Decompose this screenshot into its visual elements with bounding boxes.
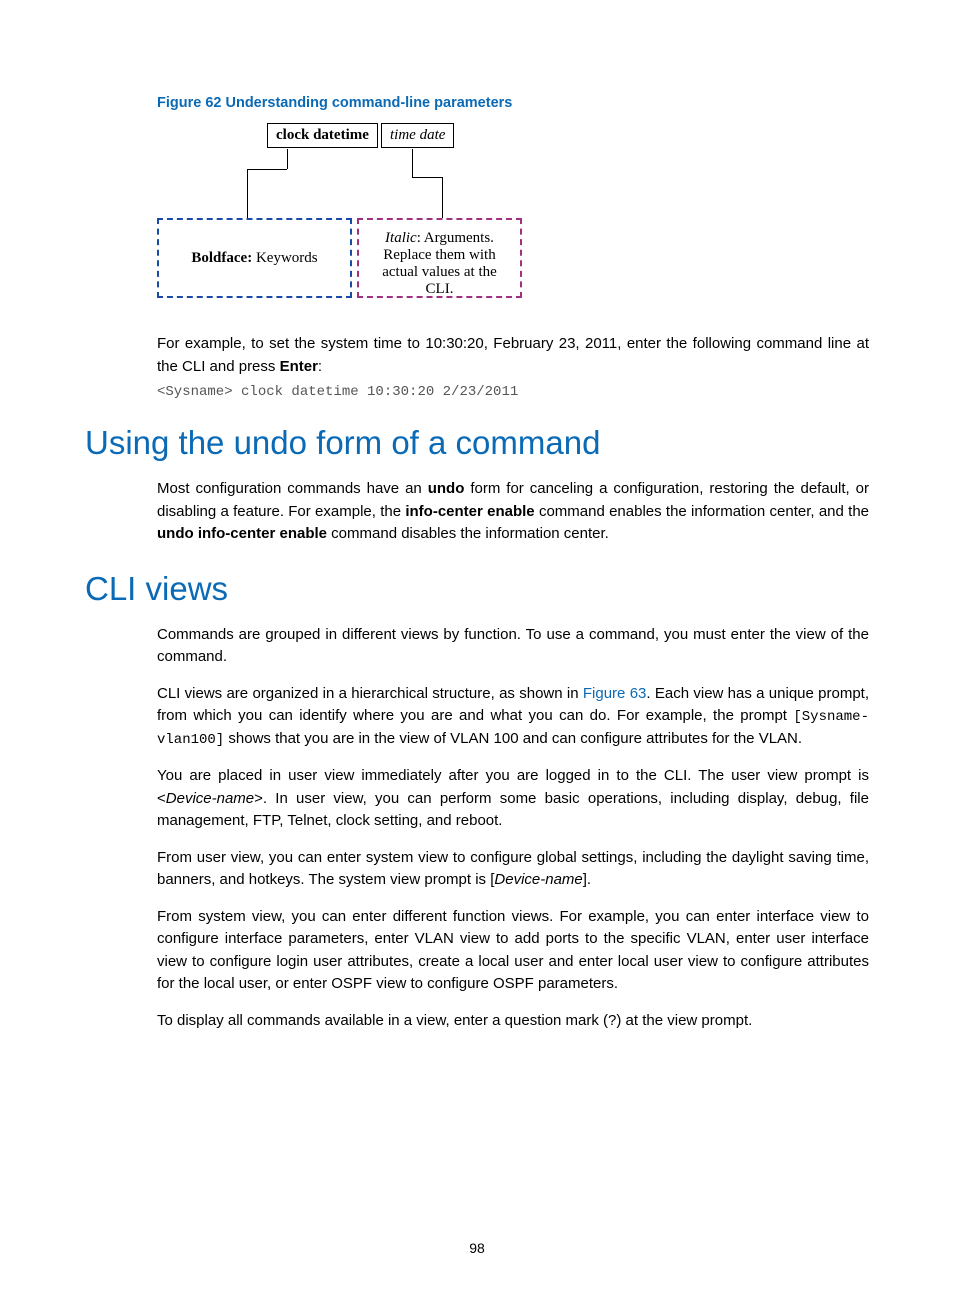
views-p5: From system view, you can enter differen… [157,906,869,996]
figure-diagram: clock datetime time date Boldface: Keywo… [157,123,527,303]
arguments-description-box: Italic: Arguments. Replace them with act… [357,218,522,298]
enter-key-label: Enter [280,358,318,375]
italic-label: Italic [385,230,417,246]
device-name-italic: Device-name [494,871,582,888]
views-p3: You are placed in user view immediately … [157,765,869,833]
boldface-label: Boldface: [191,250,252,266]
connector-line [412,149,414,177]
cmd-keyword-box: clock datetime [267,123,378,148]
page-container: Figure 62 Understanding command-line par… [0,0,954,1296]
views-p4: From user view, you can enter system vie… [157,847,869,892]
text: ]. [583,871,591,888]
figure-63-link[interactable]: Figure 63 [583,685,647,702]
views-p2: CLI views are organized in a hierarchica… [157,683,869,752]
example-code: <Sysname> clock datetime 10:30:20 2/23/2… [157,384,869,400]
device-name-italic: Device-name [166,790,254,807]
text: CLI views are organized in a hierarchica… [157,685,583,702]
views-p6: To display all commands available in a v… [157,1010,869,1033]
bold-info-enable: info-center enable [405,503,534,520]
keywords-text: Keywords [252,250,317,266]
text: >. In user view, you can perform some ba… [157,790,869,830]
page-number: 98 [0,1240,954,1256]
example-intro: For example, to set the system time to 1… [157,333,869,378]
connector-line [287,149,289,169]
connector-line [247,169,287,171]
bold-undo-info: undo info-center enable [157,525,327,542]
undo-paragraph: Most configuration commands have an undo… [157,478,869,546]
text: : [318,358,322,375]
connector-line [442,177,444,218]
text: For example, to set the system time to 1… [157,335,869,375]
text: shows that you are in the view of VLAN 1… [224,730,802,747]
text: command enables the information center, … [535,503,869,520]
cmd-argument-box: time date [381,123,454,148]
keywords-description-box: Boldface: Keywords [157,218,352,298]
figure-caption: Figure 62 Understanding command-line par… [157,95,869,111]
text: Most configuration commands have an [157,480,428,497]
heading-cli-views: CLI views [85,570,869,608]
connector-line [247,169,249,218]
heading-undo: Using the undo form of a command [85,424,869,462]
connector-line [412,177,442,179]
text: command disables the information center. [327,525,609,542]
views-p1: Commands are grouped in different views … [157,624,869,669]
bold-undo: undo [428,480,465,497]
